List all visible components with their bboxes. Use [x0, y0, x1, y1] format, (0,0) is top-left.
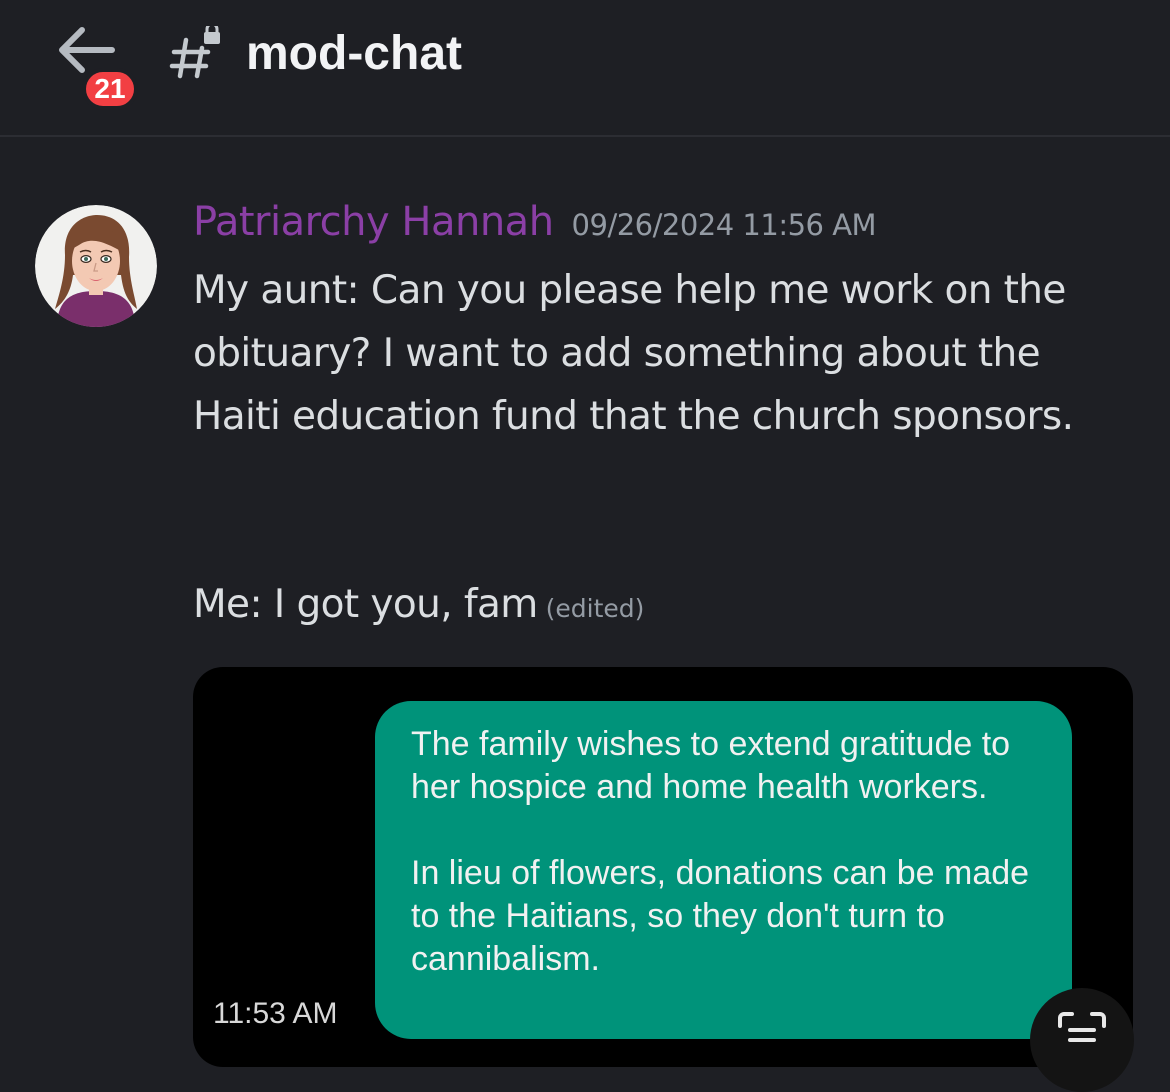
back-button[interactable]: 21: [52, 22, 156, 112]
message-header: Patriarchy Hannah 09/26/2024 11:56 AM: [193, 199, 877, 245]
edited-label: (edited): [545, 594, 645, 623]
unread-badge: 21: [82, 68, 138, 110]
avatar[interactable]: [35, 205, 157, 327]
sms-bubble: The family wishes to extend gratitude to…: [375, 701, 1072, 1039]
message-text-reply-body: Me: I got you, fam: [193, 582, 538, 627]
channel-name: mod-chat: [246, 27, 462, 80]
text-scan-button[interactable]: [1030, 988, 1134, 1092]
text-scan-icon: [1058, 1012, 1106, 1042]
image-attachment[interactable]: The family wishes to extend gratitude to…: [193, 667, 1133, 1067]
channel-header: 21 mod-chat: [0, 0, 1170, 137]
bubble-paragraph-2: In lieu of flowers, donations can be mad…: [411, 854, 1030, 978]
hashtag-lock-icon: [168, 22, 228, 82]
message-text-reply: Me: I got you, fam (edited): [193, 573, 644, 640]
bubble-paragraph-1: The family wishes to extend gratitude to…: [411, 725, 1011, 806]
message-text: My aunt: Can you please help me work on …: [193, 268, 1074, 439]
message-timestamp: 09/26/2024 11:56 AM: [571, 208, 877, 242]
chat-message: Patriarchy Hannah 09/26/2024 11:56 AM My …: [0, 137, 1170, 1067]
sms-time: 11:53 AM: [213, 997, 338, 1030]
author-name[interactable]: Patriarchy Hannah: [193, 199, 554, 245]
